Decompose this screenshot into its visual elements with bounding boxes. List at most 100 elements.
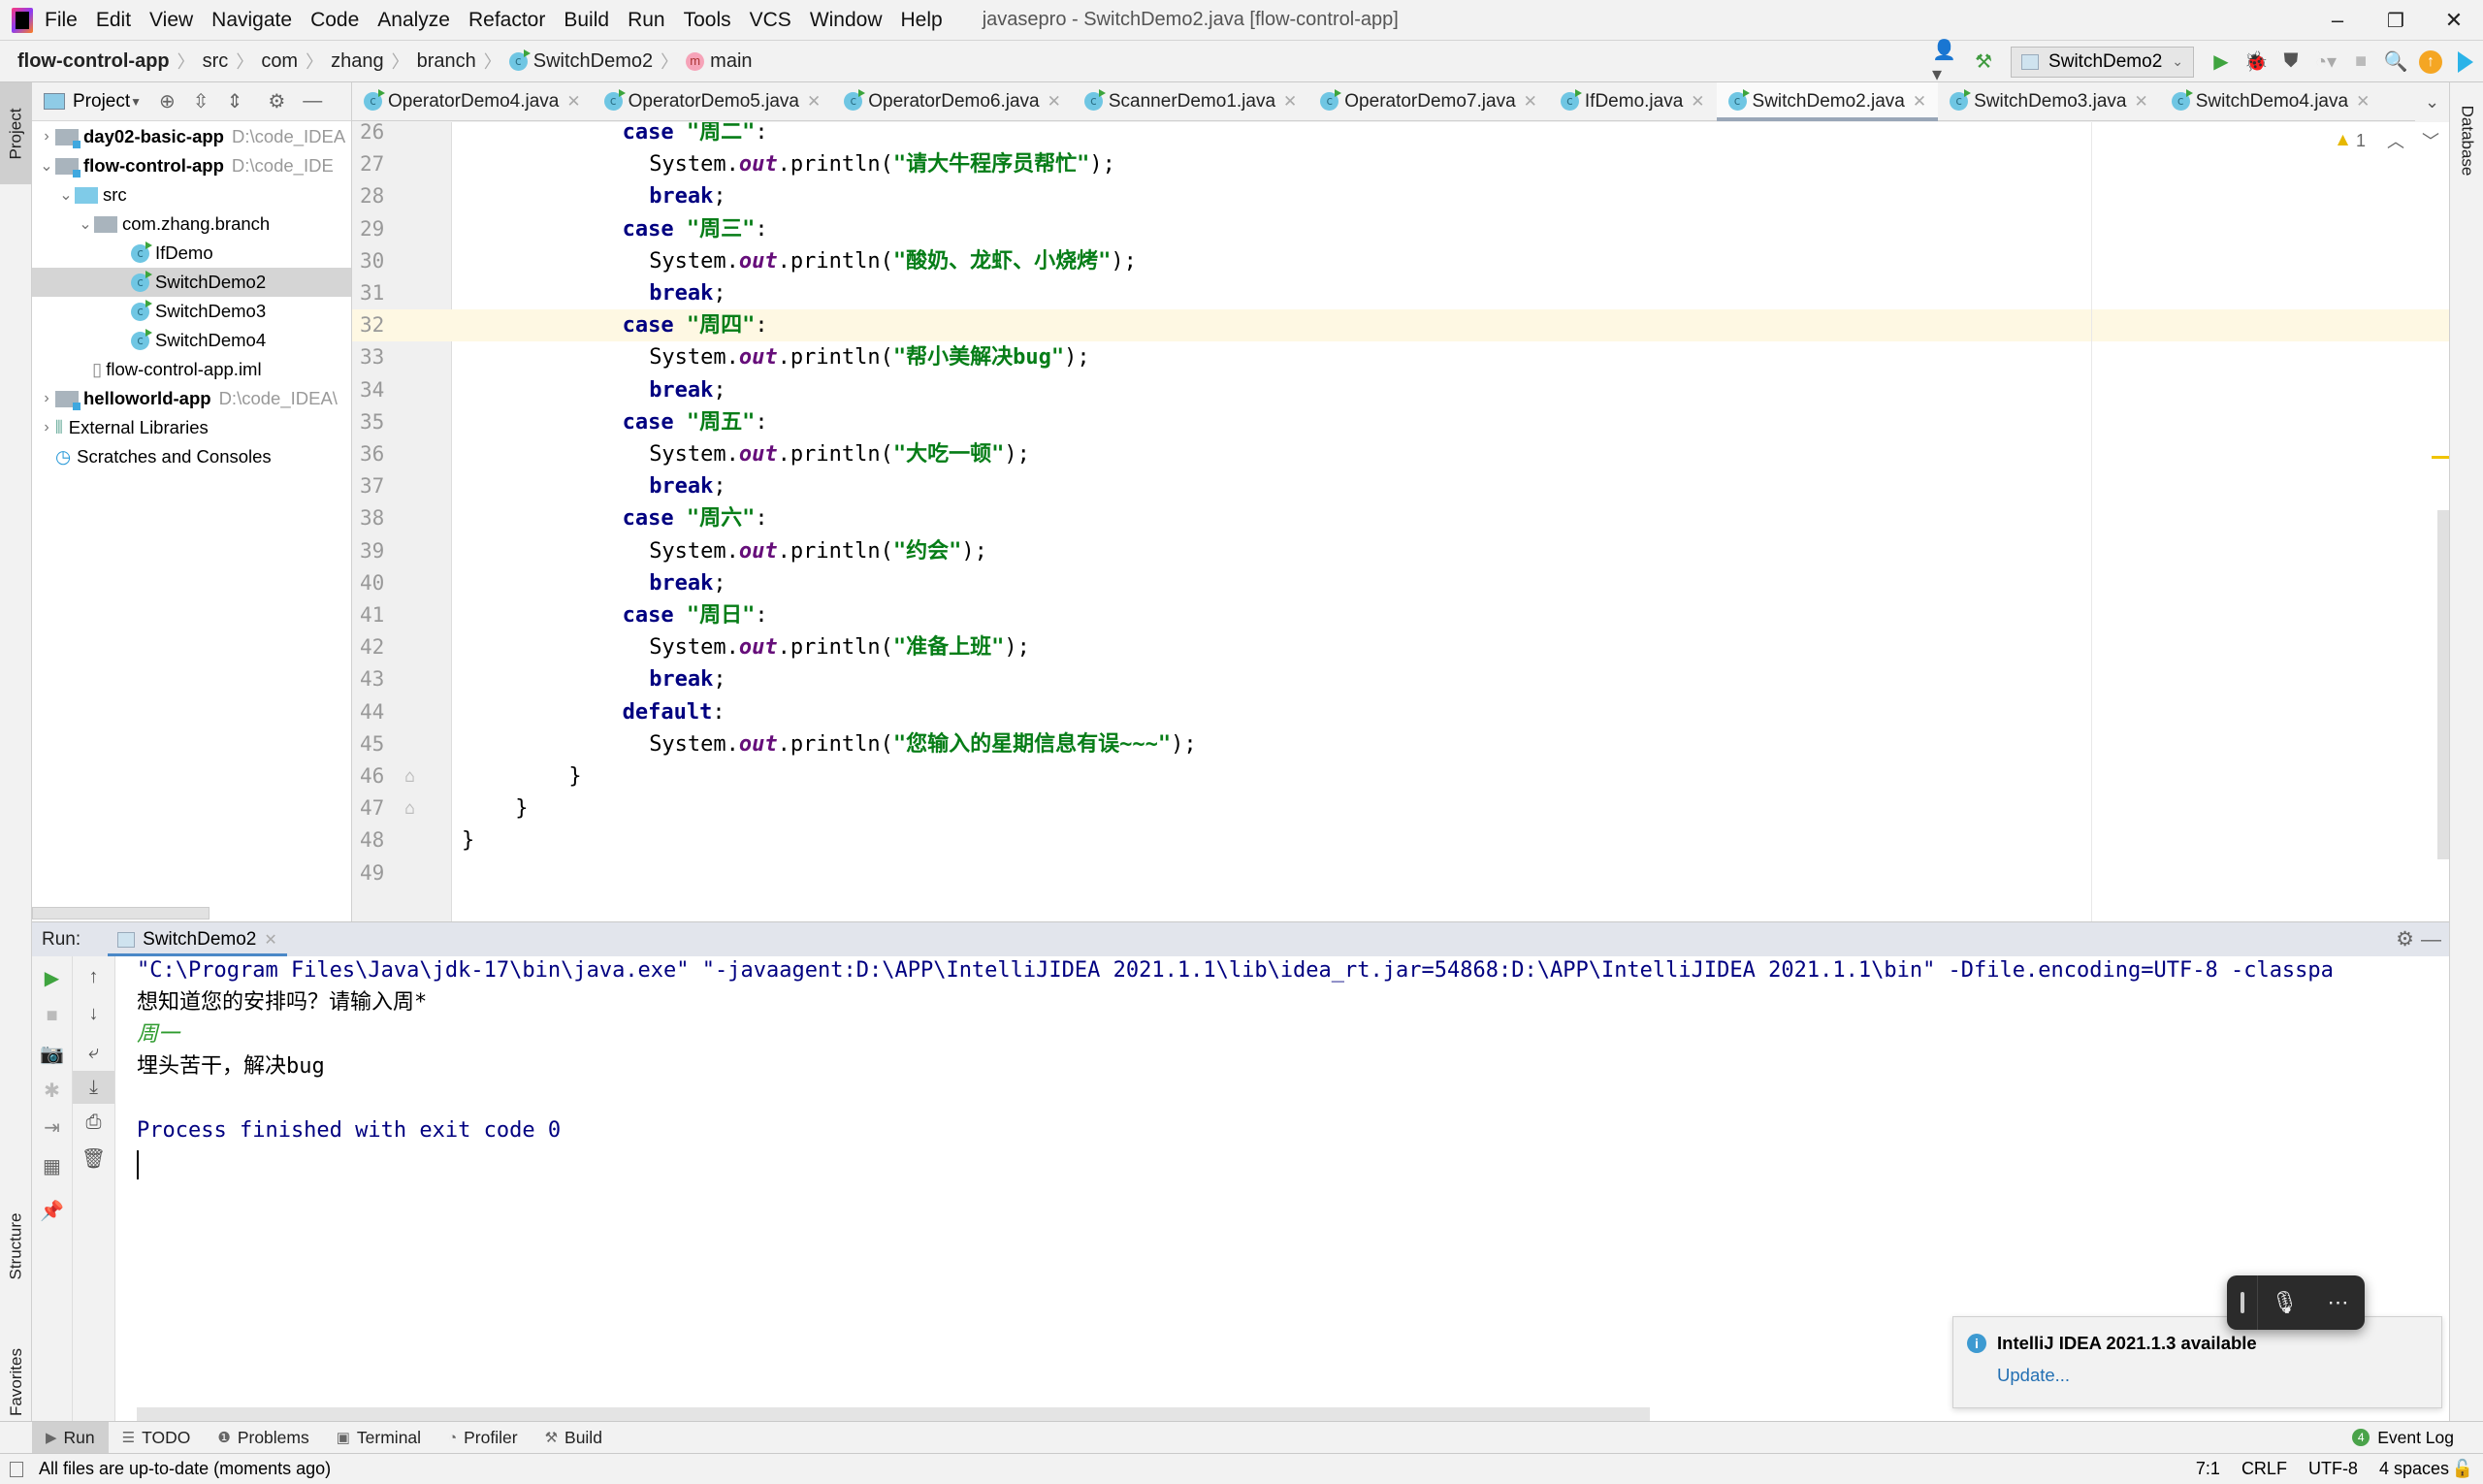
user-icon[interactable]: 👤▾ (1932, 40, 1965, 85)
up-stack-icon[interactable]: ↑ (73, 966, 114, 988)
run-icon[interactable]: ▶ (2205, 46, 2238, 79)
layout-icon[interactable]: ▦ (32, 1154, 72, 1178)
menu-vcs[interactable]: VCS (750, 9, 791, 32)
collapsed-chevron-icon[interactable]: › (38, 390, 55, 407)
editor-tab[interactable]: c OperatorDemo4.java ✕ (352, 82, 593, 121)
close-tab-icon[interactable]: ✕ (1524, 92, 1537, 112)
build-hammer-icon[interactable]: ⚒ (1967, 46, 2000, 79)
caret-position[interactable]: 7:1 (2196, 1459, 2220, 1479)
project-hscrollbar[interactable] (32, 907, 210, 919)
breadcrumb-item[interactable]: m main (686, 50, 753, 73)
breadcrumb-item[interactable]: flow-control-app (17, 50, 170, 73)
close-tab-icon[interactable]: ✕ (264, 930, 276, 950)
collapse-all-icon[interactable]: ⇕ (227, 89, 243, 113)
editor-vscrollbar[interactable] (2437, 510, 2449, 859)
rerun-icon[interactable]: ▶ (32, 966, 72, 990)
editor-tab[interactable]: c SwitchDemo4.java ✕ (2160, 82, 2382, 121)
editor-tab[interactable]: c OperatorDemo6.java ✕ (832, 82, 1073, 121)
fold-icon[interactable]: ⌂ (404, 760, 415, 792)
project-view-selector[interactable]: Project (73, 91, 130, 113)
close-tab-icon[interactable]: ✕ (566, 92, 580, 112)
menu-build[interactable]: Build (564, 9, 609, 32)
breadcrumb-item[interactable]: c SwitchDemo2 (508, 48, 653, 73)
menu-window[interactable]: Window (810, 9, 883, 32)
run-configuration-dropdown[interactable]: SwitchDemo2 ⌄ (2011, 46, 2194, 78)
profile-icon[interactable]: ◔▾ (2309, 46, 2342, 79)
hide-icon[interactable]: — (303, 90, 322, 113)
menu-edit[interactable]: Edit (96, 9, 131, 32)
tree-item[interactable]: c SwitchDemo3 (32, 297, 351, 326)
pin-icon[interactable]: 📌 (32, 1199, 72, 1223)
tabs-overflow-chevron-icon[interactable]: ⌄ (2415, 82, 2449, 121)
restore-button[interactable]: ❐ (2367, 0, 2425, 41)
update-link[interactable]: Update... (1997, 1365, 2070, 1386)
soft-wrap-icon[interactable]: ⤶ (73, 1042, 114, 1064)
line-separator[interactable]: CRLF (2241, 1459, 2287, 1479)
inspection-widget[interactable]: ▲ 1 ︿ ﹀ (2334, 128, 2439, 153)
editor-tab[interactable]: c OperatorDemo5.java ✕ (593, 82, 833, 121)
locate-icon[interactable]: ⊕ (159, 89, 176, 113)
close-tab-icon[interactable]: ✕ (1283, 92, 1297, 112)
tree-item[interactable]: c IfDemo (32, 239, 351, 268)
file-encoding[interactable]: UTF-8 (2308, 1459, 2358, 1479)
down-stack-icon[interactable]: ↓ (73, 1003, 114, 1025)
print-icon[interactable]: ⎙ (73, 1112, 114, 1134)
project-tool-tab[interactable]: Project (0, 82, 32, 184)
console-hscrollbar[interactable] (137, 1407, 1650, 1421)
close-tab-icon[interactable]: ✕ (2356, 92, 2370, 112)
coverage-icon[interactable]: ⛊ (2274, 46, 2307, 79)
fold-icon[interactable]: ⌂ (404, 792, 415, 824)
collapsed-chevron-icon[interactable]: › (38, 128, 55, 145)
run-tab-switchdemo2[interactable]: SwitchDemo2 ✕ (108, 922, 287, 957)
database-tool-tab[interactable]: Database (2450, 82, 2483, 199)
screenshot-icon[interactable]: 📷 (32, 1042, 72, 1066)
menu-file[interactable]: File (45, 9, 78, 32)
minimize-button[interactable]: – (2308, 0, 2367, 41)
tree-item[interactable]: ⌄ com.zhang.branch (32, 210, 351, 239)
menu-refactor[interactable]: Refactor (468, 9, 545, 32)
gear-icon[interactable]: ⚙ (268, 89, 285, 113)
trash-icon[interactable]: 🗑 (73, 1146, 114, 1171)
editor-tab[interactable]: c SwitchDemo2.java ✕ (1716, 81, 1939, 121)
menu-help[interactable]: Help (901, 9, 943, 32)
tree-item[interactable]: c SwitchDemo4 (32, 326, 351, 355)
tree-item[interactable]: › day02-basic-app D:\code_IDEA (32, 122, 351, 151)
tree-item[interactable]: ◷ Scratches and Consoles (32, 442, 351, 471)
tool-tab-build[interactable]: ⚒ Build (532, 1422, 616, 1454)
breadcrumb-item[interactable]: zhang (331, 50, 384, 73)
next-highlight-icon[interactable]: ﹀ (2422, 128, 2439, 153)
microphone-icon[interactable]: 🎙 (2258, 1290, 2311, 1315)
event-log-button[interactable]: 4 Event Log (2352, 1428, 2454, 1448)
close-tab-icon[interactable]: ✕ (1691, 92, 1704, 112)
tool-tab-terminal[interactable]: ▣ Terminal (323, 1422, 435, 1454)
lock-icon[interactable]: 🔓 (2452, 1459, 2473, 1479)
menu-analyze[interactable]: Analyze (377, 9, 450, 32)
editor-tab[interactable]: c OperatorDemo7.java ✕ (1308, 82, 1549, 121)
more-options-icon[interactable]: ⋯ (2311, 1290, 2365, 1315)
tree-item[interactable]: ⌄ flow-control-app D:\code_IDE (32, 151, 351, 180)
tool-tab-todo[interactable]: ☰ TODO (109, 1422, 205, 1454)
expanded-chevron-icon[interactable]: ⌄ (57, 185, 75, 205)
collapsed-chevron-icon[interactable]: › (38, 419, 55, 436)
tool-tab-problems[interactable]: ❶ Problems (204, 1422, 322, 1454)
previous-highlight-icon[interactable]: ︿ (2387, 128, 2404, 153)
tree-item[interactable]: › helloworld-app D:\code_IDEA\ (32, 384, 351, 413)
close-tab-icon[interactable]: ✕ (1048, 92, 1061, 112)
search-icon[interactable]: 🔍 (2379, 46, 2412, 79)
tree-item[interactable]: ⌄ src (32, 180, 351, 210)
drag-handle[interactable] (2227, 1275, 2258, 1330)
structure-tool-tab[interactable]: Structure (0, 1178, 32, 1314)
expanded-chevron-icon[interactable]: ⌄ (38, 156, 55, 176)
stop-icon[interactable]: ■ (32, 1005, 72, 1027)
menu-view[interactable]: View (149, 9, 193, 32)
close-tab-icon[interactable]: ✕ (2134, 92, 2147, 112)
editor-tab[interactable]: c ScannerDemo1.java ✕ (1073, 82, 1308, 121)
indent-setting[interactable]: 4 spaces (2379, 1459, 2449, 1479)
breadcrumb-item[interactable]: branch (417, 50, 476, 73)
menu-code[interactable]: Code (310, 9, 359, 32)
editor-tab[interactable]: c SwitchDemo3.java ✕ (1938, 82, 2160, 121)
warning-marker[interactable] (2432, 456, 2449, 459)
tree-item[interactable]: c SwitchDemo2 (32, 268, 351, 297)
expand-all-icon[interactable]: ⇳ (193, 89, 210, 113)
close-tab-icon[interactable]: ✕ (807, 92, 821, 112)
